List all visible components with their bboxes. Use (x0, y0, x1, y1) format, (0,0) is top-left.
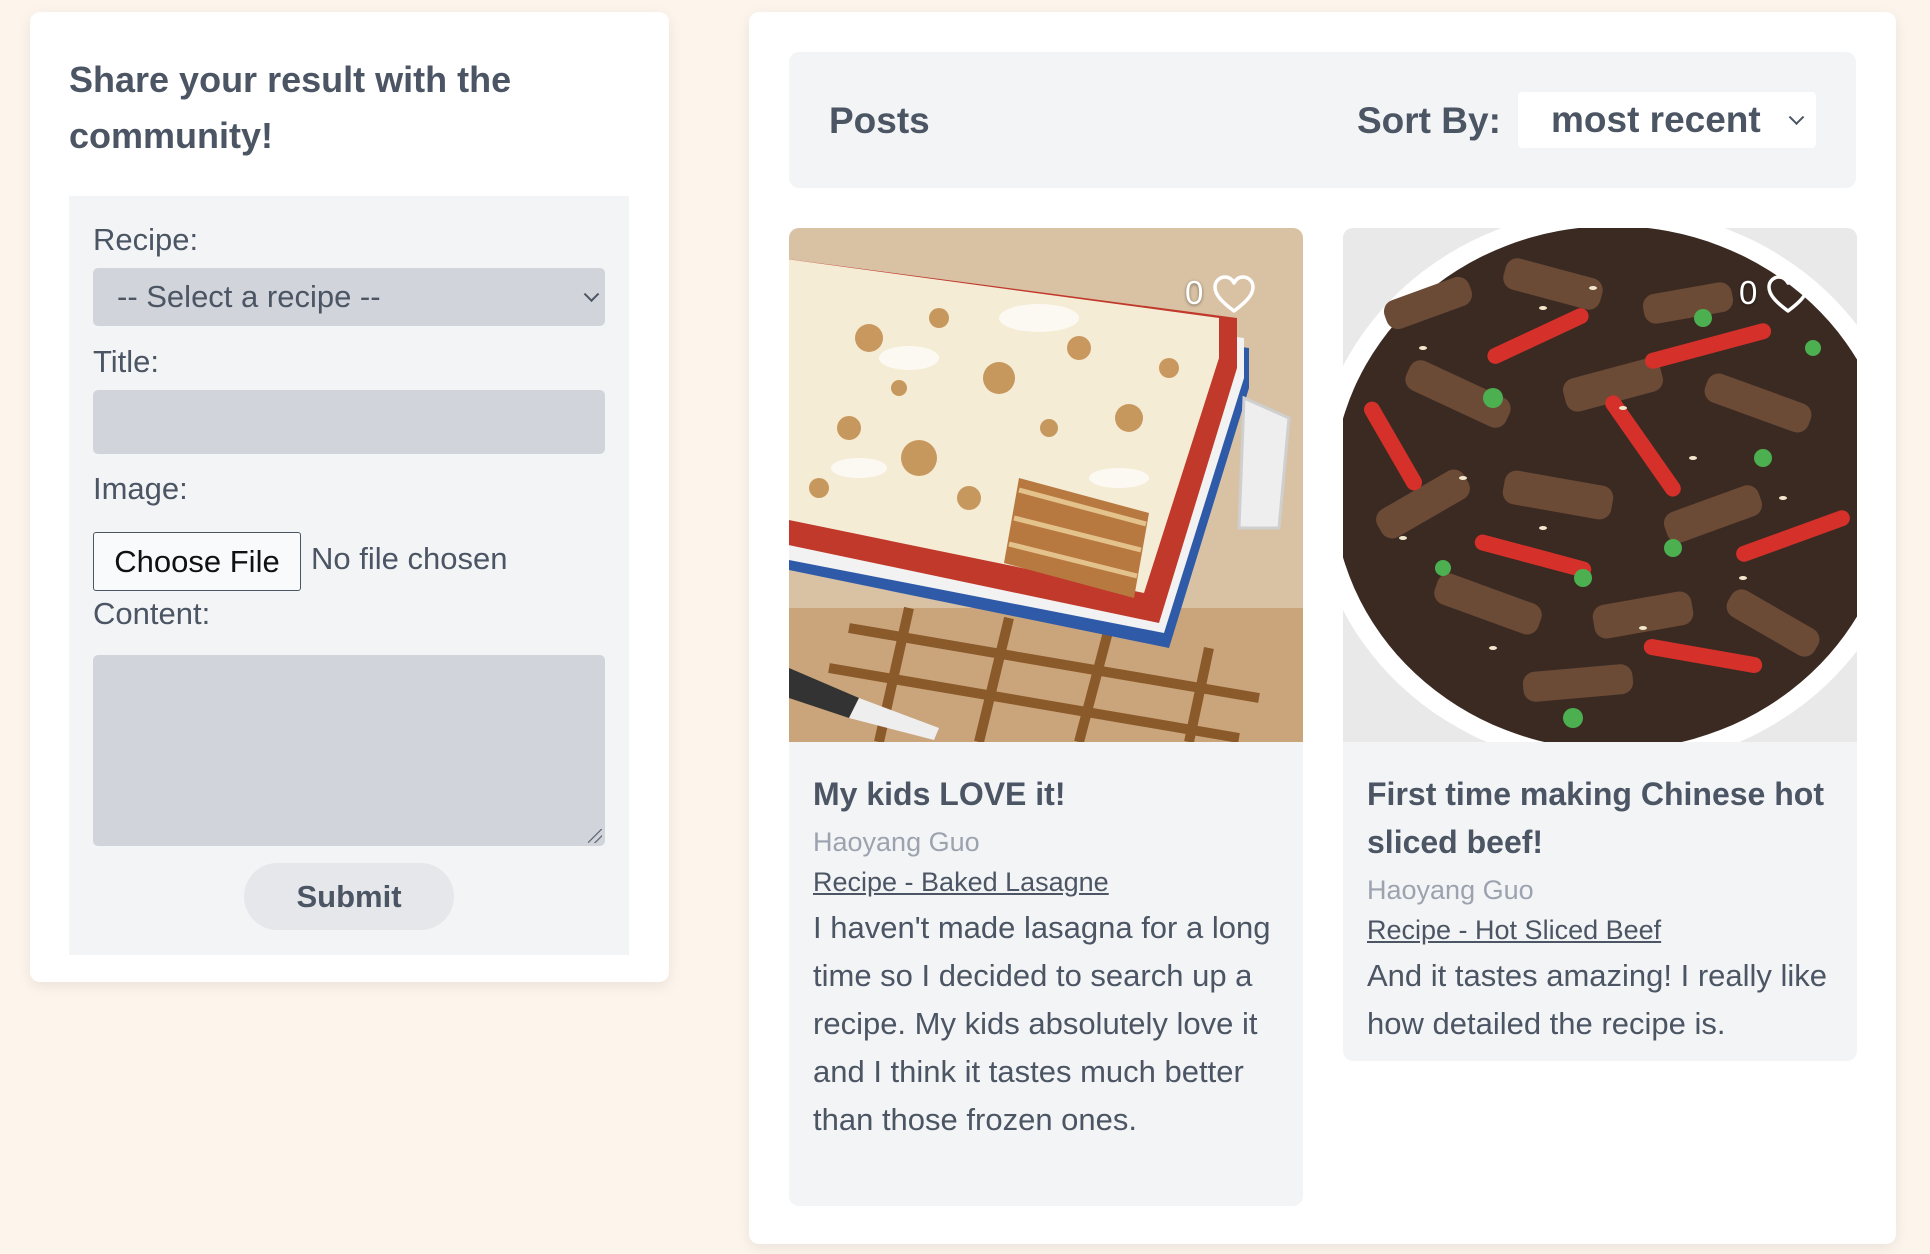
recipe-label: Recipe: (93, 222, 199, 257)
posts-panel: Posts Sort By: most recent 0 My kids LOV… (749, 12, 1896, 1244)
recipe-select-value: -- Select a recipe -- (117, 279, 381, 314)
choose-file-button[interactable]: Choose File (93, 532, 301, 591)
posts-heading: Posts (829, 100, 930, 141)
post-body: First time making Chinese hot sliced bee… (1343, 742, 1857, 1048)
resize-grip-icon[interactable] (588, 829, 602, 843)
heart-icon[interactable] (1766, 274, 1810, 314)
post-author: Haoyang Guo (1367, 875, 1534, 905)
posts-header: Posts Sort By: most recent (789, 52, 1856, 188)
post-content: And it tastes amazing! I really like how… (1367, 958, 1828, 1041)
content-textarea[interactable] (93, 655, 605, 846)
post-author: Haoyang Guo (813, 827, 980, 857)
image-label: Image: (93, 471, 188, 506)
post-content: I haven't made lasagna for a long time s… (813, 910, 1271, 1137)
chevron-down-icon (583, 286, 600, 303)
post-card[interactable]: 0 First time making Chinese hot sliced b… (1343, 228, 1857, 1061)
post-title: My kids LOVE it! (813, 776, 1066, 812)
post-body: My kids LOVE it! Haoyang Guo Recipe - Ba… (789, 742, 1303, 1144)
sort-select-value: most recent (1551, 99, 1761, 140)
sort-label: Sort By: (1357, 100, 1501, 141)
share-heading: Share your result with the community! (69, 59, 512, 156)
like-count: 0 (1739, 274, 1758, 311)
share-panel: Share your result with the community! Re… (30, 12, 669, 982)
title-label: Title: (93, 344, 160, 379)
sort-select[interactable]: most recent (1518, 92, 1816, 148)
heart-icon[interactable] (1212, 274, 1256, 314)
post-recipe-link[interactable]: Recipe - Baked Lasagne (813, 862, 1109, 902)
post-image-lasagne[interactable]: 0 (789, 228, 1303, 742)
content-label: Content: (93, 596, 211, 631)
recipe-select[interactable]: -- Select a recipe -- (93, 268, 605, 326)
submit-button[interactable]: Submit (244, 863, 454, 930)
share-form: Recipe: -- Select a recipe -- Title: Ima… (69, 196, 629, 955)
post-card[interactable]: 0 My kids LOVE it! Haoyang Guo Recipe - … (789, 228, 1303, 1206)
file-status-text: No file chosen (311, 541, 508, 576)
like-count: 0 (1185, 274, 1204, 311)
post-image-sliced-beef[interactable]: 0 (1343, 228, 1857, 742)
chevron-down-icon (1788, 109, 1805, 126)
post-title: First time making Chinese hot sliced bee… (1367, 776, 1824, 860)
title-input[interactable] (93, 390, 605, 454)
post-recipe-link[interactable]: Recipe - Hot Sliced Beef (1367, 910, 1661, 950)
